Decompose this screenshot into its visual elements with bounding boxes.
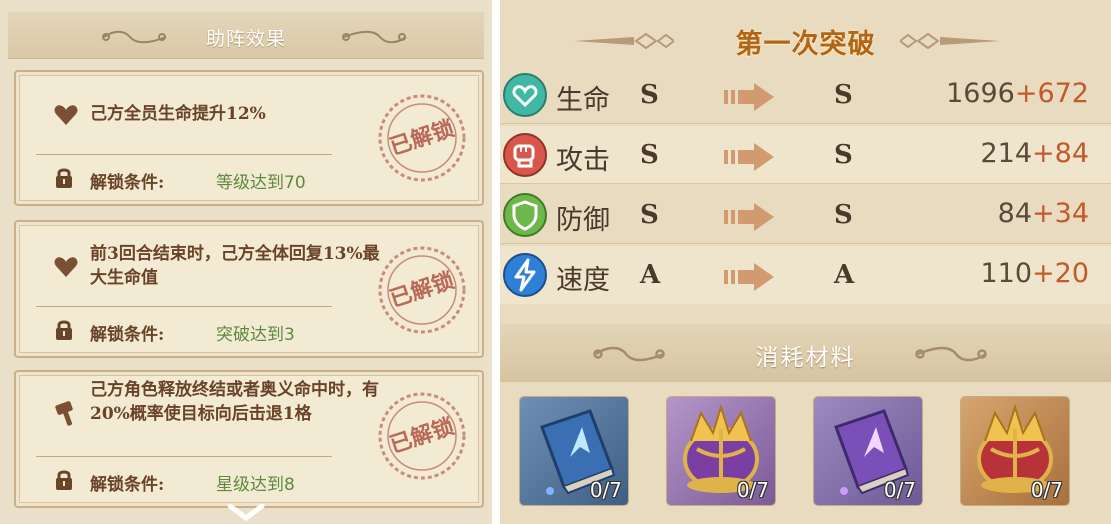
breakthrough-title: 第一次突破: [735, 29, 876, 60]
lock-icon: [56, 320, 72, 340]
stat-bonus: +84: [1032, 138, 1089, 169]
material-slot[interactable]: 0/7: [814, 397, 922, 505]
grade-after: A: [834, 260, 855, 290]
breakthrough-panel: 第一次突破 生命 S S 1696+672 攻击 S S 214+84 防御 S…: [500, 0, 1111, 524]
materials-header: 消耗材料: [500, 324, 1111, 382]
stat-row-speed: 速度 A A 110+20: [500, 246, 1111, 304]
stat-name: 攻击: [556, 145, 610, 176]
arrow-right-icon: [724, 203, 774, 231]
material-slot[interactable]: 0/7: [667, 397, 775, 505]
material-slot[interactable]: 0/7: [961, 397, 1069, 505]
stat-bonus: +672: [1014, 78, 1089, 109]
arrow-right-icon: [724, 83, 774, 111]
grade-before: S: [640, 80, 659, 110]
unlocked-stamp: 已解锁: [378, 392, 466, 480]
shield-icon: [503, 193, 547, 237]
unlock-condition-label: 解锁条件:: [90, 325, 165, 345]
material-slot[interactable]: 0/7: [520, 397, 628, 505]
stat-value: 214+84: [980, 138, 1089, 169]
stat-value: 110+20: [980, 258, 1089, 289]
unlocked-stamp: 已解锁: [378, 94, 466, 182]
stat-row-defense: 防御 S S 84+34: [500, 186, 1111, 244]
stat-base: 110: [980, 258, 1033, 289]
grade-after: S: [834, 80, 853, 110]
stat-base: 1696: [946, 78, 1015, 109]
unlock-condition-value: 突破达到3: [216, 325, 295, 345]
svg-text:已解锁: 已解锁: [387, 267, 458, 312]
stat-bonus: +20: [1032, 258, 1089, 289]
divider: [36, 154, 332, 155]
divider: [36, 456, 332, 457]
stat-base: 214: [980, 138, 1033, 169]
stat-name: 速度: [556, 265, 610, 296]
unlock-condition-label: 解锁条件:: [90, 173, 165, 193]
lightning-icon: [503, 253, 547, 297]
support-effects-panel: 助阵效果 己方全员生命提升12% 解锁条件: 等级达到70 已解锁 前3回合结束…: [0, 0, 492, 524]
ornament-right-icon: [900, 32, 1000, 50]
scroll-ornament-icon: [342, 30, 407, 44]
lock-icon: [56, 470, 72, 490]
support-effect-card: 前3回合结束时，己方全体回复13%最大生命值 解锁条件: 突破达到3 已解锁: [14, 220, 484, 358]
stat-bonus: +34: [1032, 198, 1089, 229]
stat-name: 防御: [556, 205, 610, 236]
lock-icon: [56, 168, 72, 188]
unlocked-stamp: 已解锁: [378, 246, 466, 334]
effect-text: 前3回合结束时，己方全体回复13%最大生命值: [90, 244, 380, 288]
stat-row-hp: 生命 S S 1696+672: [500, 66, 1111, 124]
material-count: 0/7: [883, 478, 916, 502]
grade-before: S: [640, 140, 659, 170]
heart-icon: [503, 73, 547, 117]
support-effects-title: 助阵效果: [205, 28, 286, 50]
material-count: 0/7: [589, 478, 622, 502]
unlock-condition-label: 解锁条件:: [90, 475, 165, 495]
stat-name: 生命: [556, 85, 610, 116]
hammer-icon: [55, 401, 73, 426]
support-effects-header: 助阵效果: [8, 12, 484, 59]
grade-after: S: [834, 140, 853, 170]
stat-value: 84+34: [998, 198, 1089, 229]
scroll-ornament-icon: [915, 346, 987, 362]
support-effect-card: 己方全员生命提升12% 解锁条件: 等级达到70 已解锁: [14, 70, 484, 206]
materials-title: 消耗材料: [755, 345, 856, 371]
grade-before: A: [640, 260, 661, 290]
stat-value: 1696+672: [946, 78, 1089, 109]
grade-after: S: [834, 200, 853, 230]
svg-text:已解锁: 已解锁: [387, 413, 458, 458]
effect-text: 己方角色释放终结或者奥义命中时，有20%概率使目标向后击退1格: [90, 380, 379, 424]
divider: [36, 306, 332, 307]
fist-icon: [503, 133, 547, 177]
unlock-condition-value: 星级达到8: [216, 475, 295, 495]
support-effect-card: 己方角色释放终结或者奥义命中时，有20%概率使目标向后击退1格 解锁条件: 星级…: [14, 370, 484, 508]
arrow-right-icon: [724, 263, 774, 291]
stat-row-attack: 攻击 S S 214+84: [500, 126, 1111, 184]
unlock-condition-value: 等级达到70: [216, 173, 306, 193]
effect-text: 己方全员生命提升12%: [90, 104, 266, 124]
material-count: 0/7: [736, 478, 769, 502]
grade-before: S: [640, 200, 659, 230]
heart-icon: [54, 257, 78, 277]
heart-icon: [54, 105, 78, 125]
svg-text:已解锁: 已解锁: [387, 115, 458, 160]
material-count: 0/7: [1030, 478, 1063, 502]
stat-base: 84: [997, 198, 1033, 229]
chevron-down-icon[interactable]: [226, 504, 266, 524]
arrow-right-icon: [724, 143, 774, 171]
